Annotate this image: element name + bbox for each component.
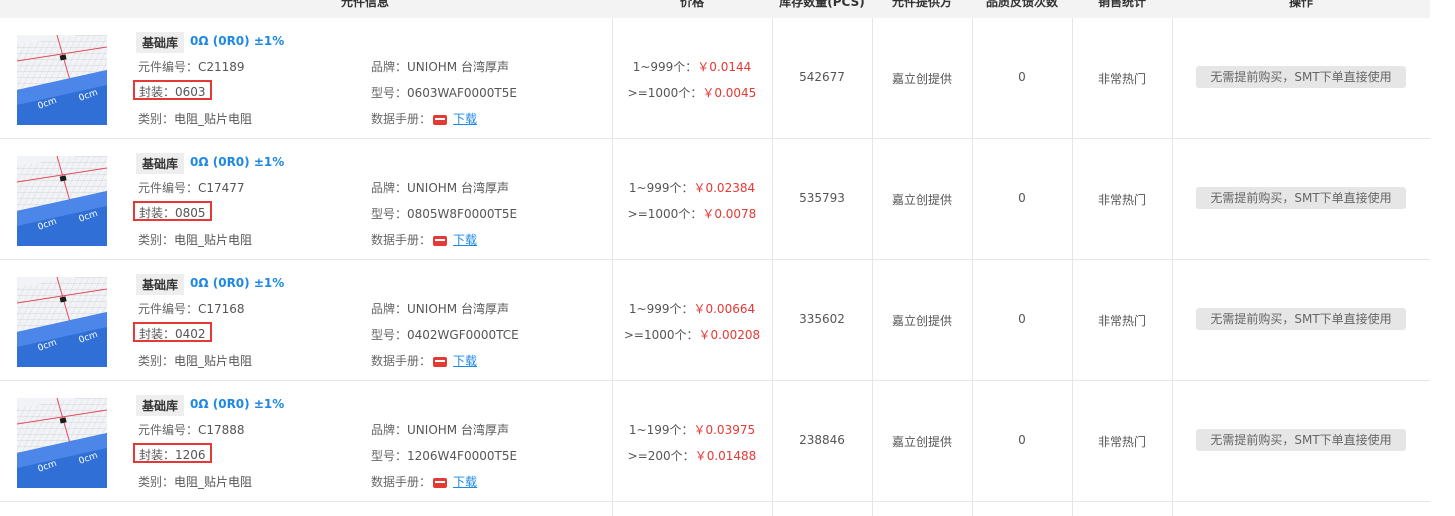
price-tier-2: >=1000个：￥0.0078 [627,207,757,221]
table-row: 0cm 0cm 基础库 0Ω (0R0) ±1% 元件编号：C17477 封装：… [0,139,1430,260]
table-row: 0cm 0cm 基础库 0Ω (0R0) ±1% 元件编号：C21189 封装：… [0,18,1430,139]
feedback-count: 0 [1018,312,1026,326]
smt-direct-use-button[interactable]: 无需提前购买，SMT下单直接使用 [1196,429,1406,451]
price-tier-2: >=1000个：￥0.0045 [627,86,757,100]
price-tier-2: >=200个：￥0.01488 [627,449,757,463]
model: 型号：1206W4F0000T5E [371,449,518,463]
package-highlight-box: 封装：0402 [133,322,212,342]
provider-value: 嘉立创提供 [891,193,952,207]
package-label: 封装： [139,85,176,99]
download-link[interactable]: 下载 [453,475,477,489]
package-highlight-box: 封装：1206 [133,443,212,463]
category: 类别：电阻_贴片电阻 [138,475,253,489]
price-tier-1: 1~199个：￥0.03975 [628,423,756,437]
model: 型号：0402WGF0000TCE [371,328,519,342]
brand: 品牌：UNIOHM 台湾厚声 [371,60,509,74]
smt-direct-use-button[interactable]: 无需提前购买，SMT下单直接使用 [1196,308,1406,330]
header-operation: 操作 [1288,0,1313,9]
category: 类别：电阻_贴片电阻 [138,233,253,247]
datasheet: 数据手册： 下载 [371,112,478,126]
table-row: 0cm 0cm 基础库 0Ω (0R0) ±1% 元件编号：C17168 封装：… [0,260,1430,381]
stock-value: 238846 [799,433,845,447]
feedback-count: 0 [1018,191,1026,205]
category: 类别：电阻_贴片电阻 [138,354,253,368]
part-number: 元件编号：C21189 [138,60,245,74]
price-tier-1: 1~999个：￥0.00664 [628,302,756,316]
header-provider: 元件提供方 [891,0,952,9]
library-tag: 基础库 [136,153,185,174]
header-component-info: 元件信息 [340,0,389,9]
sales-status: 非常热门 [1097,72,1146,86]
component-title-link[interactable]: 0Ω (0R0) ±1% [190,155,284,169]
header-stock: 库存数量(PCS) [779,0,865,9]
sales-status: 非常热门 [1097,314,1146,328]
resistor-chip-thumbnail-icon[interactable]: 0cm 0cm [17,398,107,488]
package-label: 封装： [139,448,176,462]
datasheet: 数据手册： 下载 [371,475,478,489]
header-feedback: 品质反馈次数 [985,0,1058,9]
provider-value: 嘉立创提供 [891,72,952,86]
datasheet: 数据手册： 下载 [371,354,478,368]
price-tier-2: >=1000个：￥0.00208 [623,328,761,342]
table-row-partial [0,500,1430,516]
table-row: 0cm 0cm 基础库 0Ω (0R0) ±1% 元件编号：C17888 封装：… [0,381,1430,502]
component-title-link[interactable]: 0Ω (0R0) ±1% [190,397,284,411]
stock-value: 535793 [799,191,845,205]
part-number: 元件编号：C17168 [138,302,245,316]
feedback-count: 0 [1018,70,1026,84]
package-highlight-box: 封装：0805 [133,201,212,221]
provider-value: 嘉立创提供 [891,314,952,328]
smt-direct-use-button[interactable]: 无需提前购买，SMT下单直接使用 [1196,187,1406,209]
brand: 品牌：UNIOHM 台湾厚声 [371,181,509,195]
package-highlight-box: 封装：0603 [133,80,212,100]
package-value: 0603 [175,85,206,99]
library-tag: 基础库 [136,32,185,53]
download-link[interactable]: 下载 [453,354,477,368]
model: 型号：0603WAF0000T5E [371,86,517,100]
component-title-link[interactable]: 0Ω (0R0) ±1% [190,34,284,48]
brand: 品牌：UNIOHM 台湾厚声 [371,423,509,437]
brand: 品牌：UNIOHM 台湾厚声 [371,302,509,316]
component-title-link[interactable]: 0Ω (0R0) ±1% [190,276,284,290]
datasheet: 数据手册： 下载 [371,233,478,247]
stock-value: 542677 [799,70,845,84]
smt-direct-use-button[interactable]: 无需提前购买，SMT下单直接使用 [1196,66,1406,88]
download-link[interactable]: 下载 [453,233,477,247]
package-value: 0402 [175,327,206,341]
library-tag: 基础库 [136,395,185,416]
component-table: 元件信息 价格 库存数量(PCS) 元件提供方 品质反馈次数 销售统计 操作 0… [0,0,1430,516]
library-tag: 基础库 [136,274,185,295]
provider-value: 嘉立创提供 [891,435,952,449]
package-value: 1206 [175,448,206,462]
sales-status: 非常热门 [1097,193,1146,207]
header-price: 价格 [679,0,704,9]
feedback-count: 0 [1018,433,1026,447]
header-sales: 销售统计 [1097,0,1146,9]
resistor-chip-thumbnail-icon[interactable]: 0cm 0cm [17,156,107,246]
stock-value: 335602 [799,312,845,326]
model: 型号：0805W8F0000T5E [371,207,518,221]
resistor-chip-thumbnail-icon[interactable]: 0cm 0cm [17,35,107,125]
pdf-icon [433,235,448,246]
category: 类别：电阻_贴片电阻 [138,112,253,126]
pdf-icon [433,114,448,125]
part-number: 元件编号：C17477 [138,181,245,195]
pdf-icon [433,356,448,367]
price-tier-1: 1~999个：￥0.0144 [632,60,752,74]
sales-status: 非常热门 [1097,435,1146,449]
package-label: 封装： [139,327,176,341]
download-link[interactable]: 下载 [453,112,477,126]
part-number: 元件编号：C17888 [138,423,245,437]
resistor-chip-thumbnail-icon[interactable]: 0cm 0cm [17,277,107,367]
pdf-icon [433,477,448,488]
package-label: 封装： [139,206,176,220]
package-value: 0805 [175,206,206,220]
price-tier-1: 1~999个：￥0.02384 [628,181,756,195]
